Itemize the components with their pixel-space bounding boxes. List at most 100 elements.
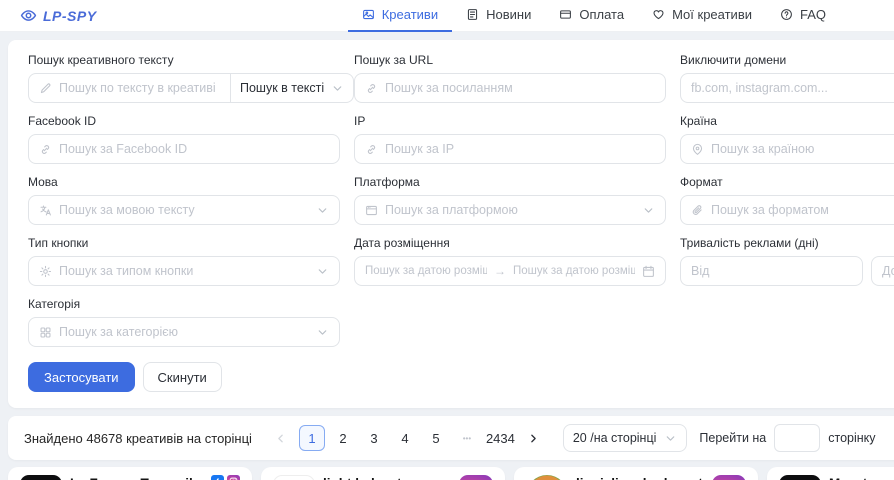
filter-format-label: Формат [680,175,894,189]
platform-icon [365,204,378,217]
filter-creative-text-label: Пошук креативного тексту [28,53,340,67]
button-type-input[interactable] [59,264,309,278]
avatar: LIGHT.BABY STORE [273,475,315,480]
duration-from-input[interactable] [691,264,852,278]
ip-input[interactable] [385,142,655,156]
avatar: La FEMME [20,475,62,480]
page-jumper: Перейти на сторінку [699,424,875,452]
image-icon [362,8,375,21]
chevron-down-icon [642,204,655,217]
instagram-icon [459,475,493,480]
filter-url: Пошук за URL [354,53,666,103]
filter-panel: Пошук креативного тексту Пошук в тексті … [8,40,894,408]
filter-exclude-domains: Виключити домени [680,53,894,103]
language-input[interactable] [59,203,309,217]
jump-page-input[interactable] [774,424,820,452]
link-icon [365,82,378,95]
jump-prefix: Перейти на [699,431,766,445]
chevron-right-icon [527,432,540,445]
brand-logo: LP-SPY [20,7,97,24]
filter-button-type-label: Тип кнопки [28,236,340,250]
category-input[interactable] [59,325,309,339]
card-title: La Femme Ternopil [70,475,193,480]
page-ellipsis[interactable]: ••• [454,425,480,451]
duration-to-input[interactable] [882,264,894,278]
creative-card[interactable]: LIGHT.BABY STORE light.baby.store 2025-1… [261,467,505,480]
text-search-mode-select[interactable]: Пошук в тексті [231,73,354,103]
chevron-down-icon [316,204,329,217]
creative-card[interactable]: Maestro - кухні, мезамовлення в Ужг 2025… [767,467,894,480]
tab-faq[interactable]: FAQ [766,0,840,32]
header: LP-SPY Креативи Новини Оплата Мої креати… [0,0,894,32]
text-search-mode-value: Пошук в тексті [240,81,324,95]
news-icon [466,8,479,21]
chevron-down-icon [331,82,344,95]
tab-payment-label: Оплата [579,7,624,22]
facebook-id-input[interactable] [59,142,329,156]
format-input[interactable] [711,203,894,217]
card-title: lippi_lion_budapest [576,475,703,480]
tab-payment[interactable]: Оплата [545,0,638,32]
credit-card-icon [559,8,572,21]
filter-duration: Тривалість реклами (дні) [680,236,894,286]
filter-country: Країна [680,114,894,164]
tab-creatives[interactable]: Креативи [348,0,452,32]
filter-exclude-domains-label: Виключити домени [680,53,894,67]
page-button-last[interactable]: 2434 [485,425,516,451]
next-page-button[interactable] [521,425,547,451]
pin-icon [691,143,704,156]
reset-button[interactable]: Скинути [143,362,222,392]
brand-name: LP-SPY [43,8,97,24]
chevron-down-icon [664,432,677,445]
filter-button-type: Тип кнопки [28,236,340,286]
card-title: Maestro - кухні, мезамовлення в Ужг [829,475,894,480]
country-input[interactable] [711,142,894,156]
url-input[interactable] [385,81,655,95]
creatives-grid: La FEMME La Femme Ternopil 2025-11-20 21… [8,467,894,480]
filter-format: Формат [680,175,894,225]
date-from-input[interactable] [365,265,487,277]
page-button-2[interactable]: 2 [330,425,356,451]
network-icons [459,475,493,480]
creative-card[interactable]: La FEMME La Femme Ternopil 2025-11-20 21… [8,467,252,480]
platform-input[interactable] [385,203,635,217]
filter-duration-label: Тривалість реклами (дні) [680,236,894,250]
instagram-icon [712,475,746,480]
filter-creative-text: Пошук креативного тексту Пошук в тексті [28,53,340,103]
avatar [526,475,568,480]
filter-language-label: Мова [28,175,340,189]
range-arrow: → [494,264,506,278]
prev-page-button[interactable] [268,425,294,451]
link-icon [365,143,378,156]
tab-news[interactable]: Новини [452,0,545,32]
avatar [779,475,821,480]
page-button-1[interactable]: 1 [299,425,325,451]
chevron-down-icon [316,265,329,278]
tab-faq-label: FAQ [800,7,826,22]
filter-url-label: Пошук за URL [354,53,666,67]
chevron-down-icon [316,326,329,339]
filter-category: Категорія [28,297,340,347]
category-icon [39,326,52,339]
creative-card[interactable]: lippi_lion_budapest 2025-11-20 21:02:03 … [514,467,758,480]
page-button-5[interactable]: 5 [423,425,449,451]
apply-button[interactable]: Застосувати [28,362,135,392]
exclude-domains-input[interactable] [691,81,894,95]
page-size-value: 20 /на сторінці [573,431,657,445]
eye-logo-icon [20,7,37,24]
translate-icon [39,204,52,217]
filter-platform: Платформа [354,175,666,225]
filter-ip-label: IP [354,114,666,128]
instagram-icon [227,475,240,480]
page-size-select[interactable]: 20 /на сторінці [563,424,688,452]
tab-creatives-label: Креативи [382,7,438,22]
page-button-4[interactable]: 4 [392,425,418,451]
tab-my-creatives[interactable]: Мої креативи [638,0,766,32]
date-to-input[interactable] [513,265,635,277]
filter-placement-date: Дата розміщення → [354,236,666,286]
page-button-3[interactable]: 3 [361,425,387,451]
filter-category-label: Категорія [28,297,340,311]
tab-my-creatives-label: Мої креативи [672,7,752,22]
filter-placement-date-label: Дата розміщення [354,236,666,250]
creative-text-input[interactable] [59,81,220,95]
